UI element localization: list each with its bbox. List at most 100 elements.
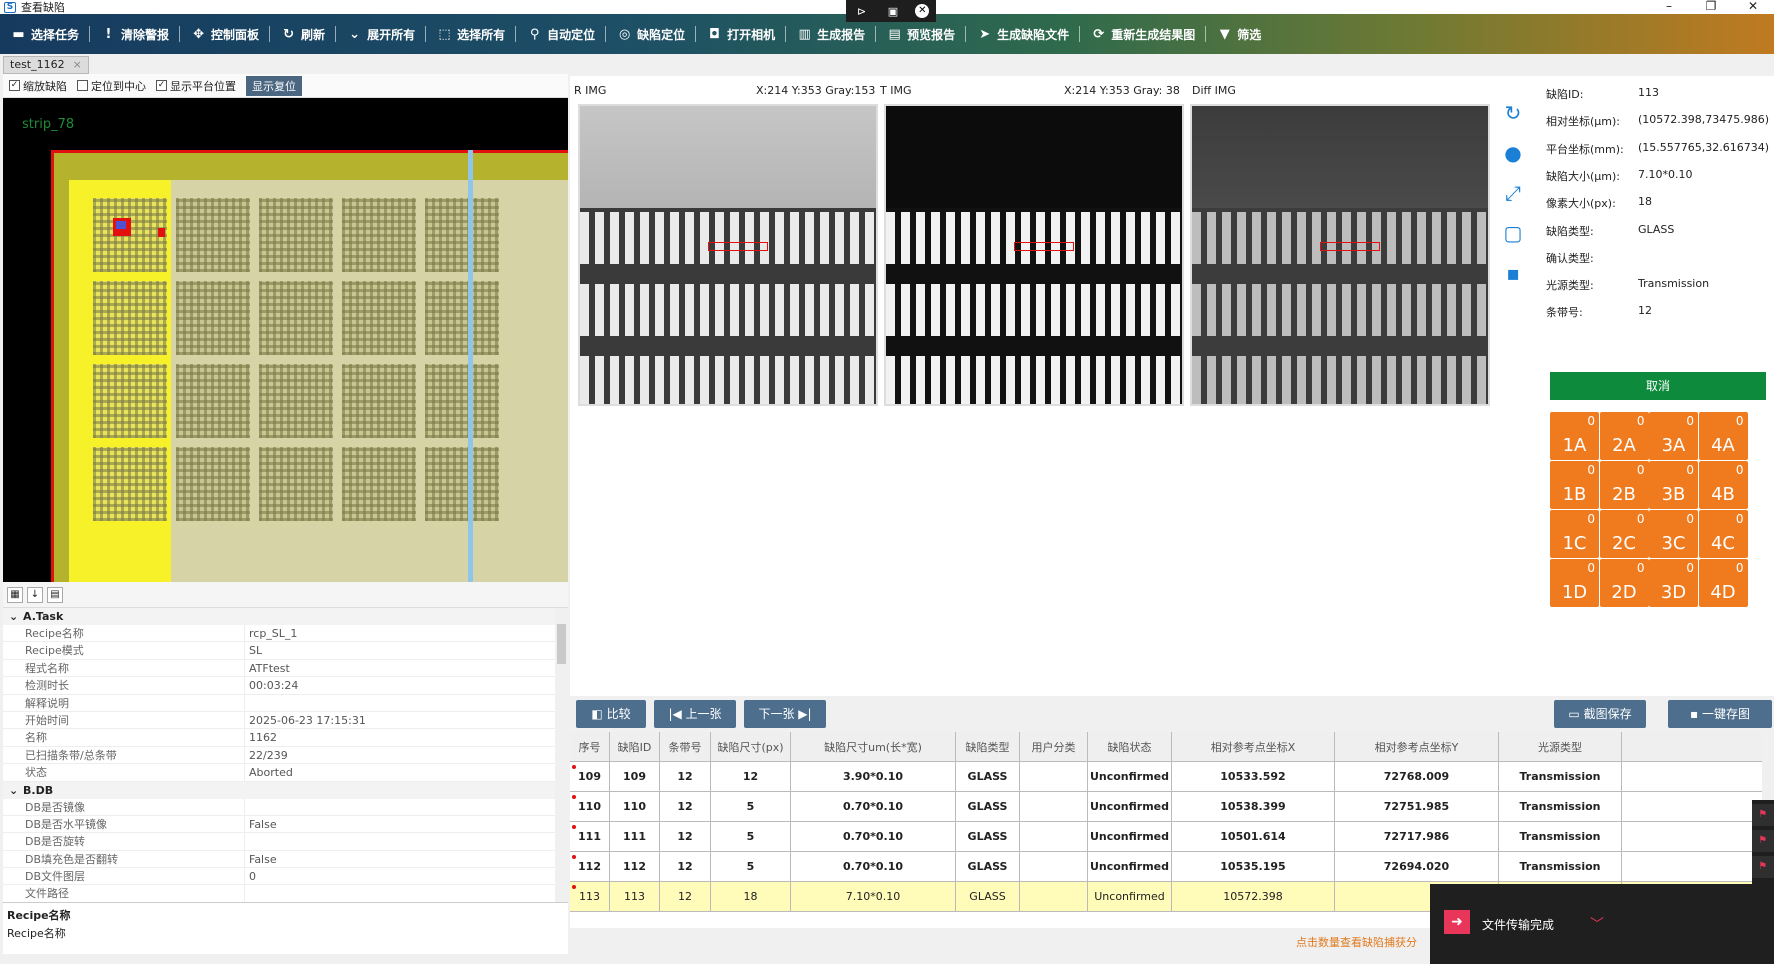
class-button[interactable]: 0 2D bbox=[1599, 559, 1649, 607]
die-cell[interactable] bbox=[176, 364, 250, 438]
palette-icon[interactable]: ● bbox=[1500, 140, 1526, 166]
die-cell[interactable] bbox=[176, 281, 250, 355]
class-button[interactable]: 0 3B bbox=[1649, 461, 1698, 509]
toolbar-button[interactable]: ⟳ 重新生成结果图 bbox=[1080, 20, 1205, 48]
defect-marker[interactable] bbox=[158, 228, 165, 237]
toolbar-button[interactable]: ▤ 预览报告 bbox=[876, 20, 965, 48]
class-button[interactable]: 0 3D bbox=[1649, 559, 1698, 607]
property-row[interactable]: 程式名称 ATFtest bbox=[3, 659, 568, 678]
flag-icon[interactable]: ⚑ bbox=[1752, 804, 1774, 826]
zoom-defect-checkbox[interactable]: ✓ 缩放缺陷 bbox=[9, 78, 67, 94]
die-cell[interactable] bbox=[93, 364, 167, 438]
class-button[interactable]: 0 3C bbox=[1649, 510, 1698, 558]
save-icon[interactable]: ▪ bbox=[1500, 260, 1526, 286]
class-button[interactable]: 0 4B bbox=[1698, 461, 1748, 509]
r-image[interactable] bbox=[578, 104, 878, 406]
crop-icon[interactable]: ▢ bbox=[1500, 220, 1526, 246]
die-cell[interactable] bbox=[342, 281, 416, 355]
die-cell[interactable] bbox=[93, 447, 167, 521]
property-row[interactable]: 开始时间 2025-06-23 17:15:31 bbox=[3, 711, 568, 730]
column-header[interactable]: 缺陷尺寸(px) bbox=[711, 732, 791, 761]
diff-image[interactable] bbox=[1190, 104, 1490, 406]
refresh-icon[interactable]: ↻ bbox=[1500, 100, 1526, 126]
property-pages-icon[interactable]: ▤ bbox=[47, 586, 63, 603]
toolbar-button[interactable]: ▼ 筛选 bbox=[1206, 20, 1271, 48]
categorized-icon[interactable]: ▦ bbox=[7, 586, 23, 603]
property-row[interactable]: DB是否水平镜像 False bbox=[3, 815, 568, 834]
table-row[interactable]: 112 112 12 5 0.70*0.10 GLASS Unconfirmed 10535.… bbox=[570, 852, 1762, 882]
table-row[interactable]: 111 111 12 5 0.70*0.10 GLASS Unconfirmed 10501.… bbox=[570, 822, 1762, 852]
die-cell[interactable] bbox=[425, 447, 499, 521]
table-row[interactable]: 110 110 12 5 0.70*0.10 GLASS Unconfirmed 10538.… bbox=[570, 792, 1762, 822]
tab-close-icon[interactable]: × bbox=[73, 57, 82, 73]
show-platform-checkbox[interactable]: ✓ 显示平台位置 bbox=[156, 78, 236, 94]
column-header[interactable]: 缺陷ID bbox=[610, 732, 660, 761]
collapse-icon[interactable]: ⌄ bbox=[9, 782, 23, 799]
property-row[interactable]: 文件路径 bbox=[3, 885, 568, 902]
die-cell[interactable] bbox=[425, 364, 499, 438]
toolbar-button[interactable]: ◘ 打开相机 bbox=[696, 20, 785, 48]
toolbar-button[interactable]: ▬ 选择任务 bbox=[0, 20, 89, 48]
die-cell[interactable] bbox=[342, 198, 416, 272]
property-row[interactable]: 解释说明 bbox=[3, 694, 568, 712]
wafer-map[interactable]: strip_78 bbox=[3, 98, 568, 582]
column-header[interactable]: 相对参考点坐标X bbox=[1172, 732, 1335, 761]
property-group-header[interactable]: ⌄ A.Task bbox=[3, 608, 568, 625]
column-header[interactable]: 条带号 bbox=[660, 732, 711, 761]
toolbar-button[interactable]: ➤ 生成缺陷文件 bbox=[966, 20, 1079, 48]
property-group-header[interactable]: ⌄ B.DB bbox=[3, 781, 568, 799]
property-row[interactable]: DB填充色是否翻转 False bbox=[3, 850, 568, 869]
reset-display-button[interactable]: 显示复位 bbox=[246, 75, 302, 96]
collapse-icon[interactable]: ⌄ bbox=[9, 608, 23, 625]
class-button[interactable]: 0 2A bbox=[1599, 412, 1649, 460]
die-cell[interactable] bbox=[176, 447, 250, 521]
die-cell[interactable] bbox=[176, 198, 250, 272]
toolbar-button[interactable]: ⬚ 选择所有 bbox=[426, 20, 515, 48]
property-scrollbar[interactable] bbox=[555, 608, 568, 902]
property-row[interactable]: 检测时长 00:03:24 bbox=[3, 677, 568, 695]
chevron-down-icon[interactable]: ﹀ bbox=[1590, 914, 1604, 934]
class-button[interactable]: 0 4C bbox=[1698, 510, 1748, 558]
class-button[interactable]: 0 2C bbox=[1599, 510, 1649, 558]
die-cell[interactable] bbox=[342, 447, 416, 521]
toolbar-button[interactable]: ⚲ 自动定位 bbox=[516, 20, 605, 48]
die-cell[interactable] bbox=[342, 364, 416, 438]
die-cell[interactable] bbox=[259, 364, 333, 438]
column-header[interactable]: 缺陷状态 bbox=[1088, 732, 1172, 761]
class-button[interactable]: 0 3A bbox=[1649, 412, 1698, 460]
column-header[interactable]: 用户分类 bbox=[1020, 732, 1088, 761]
column-header[interactable]: 序号 bbox=[570, 732, 610, 761]
toolbar-button[interactable]: ◎ 缺陷定位 bbox=[606, 20, 695, 48]
property-row[interactable]: DB是否旋转 bbox=[3, 833, 568, 851]
property-row[interactable]: DB文件图层 0 bbox=[3, 868, 568, 886]
screenshot-save-button[interactable]: ▭ 截图保存 bbox=[1554, 700, 1646, 728]
pin-icon[interactable]: ⊳ bbox=[853, 5, 871, 18]
table-row[interactable]: 109 109 12 12 3.90*0.10 GLASS Unconfirmed 10533… bbox=[570, 762, 1762, 792]
tab-test-1162[interactable]: test_1162 × bbox=[3, 56, 89, 74]
die-cell[interactable] bbox=[259, 281, 333, 355]
one-key-save-button[interactable]: ▪ 一键存图 bbox=[1668, 700, 1772, 728]
t-image[interactable] bbox=[884, 104, 1184, 406]
die-cell[interactable] bbox=[425, 281, 499, 355]
flag-icon[interactable]: ⚑ bbox=[1752, 856, 1774, 878]
toolbar-button[interactable]: ⌄ 展开所有 bbox=[336, 20, 425, 48]
fit-icon[interactable]: ⤢ bbox=[1500, 180, 1526, 206]
toolbar-button[interactable]: ▥ 生成报告 bbox=[786, 20, 875, 48]
maximize-button[interactable]: ❐ bbox=[1690, 0, 1732, 14]
screen-icon[interactable]: ▣ bbox=[884, 5, 902, 18]
flag-icon[interactable]: ⚑ bbox=[1752, 830, 1774, 852]
column-header[interactable]: 相对参考点坐标Y bbox=[1335, 732, 1499, 761]
minimize-button[interactable]: – bbox=[1648, 0, 1690, 14]
column-header[interactable]: 光源类型 bbox=[1499, 732, 1622, 761]
cancel-button[interactable]: 取消 bbox=[1550, 372, 1766, 400]
defect-marker[interactable] bbox=[113, 218, 131, 236]
property-row[interactable]: 名称 1162 bbox=[3, 729, 568, 747]
toolbar-button[interactable]: ↻ 刷新 bbox=[270, 20, 335, 48]
toolbar-button[interactable]: ✥ 控制面板 bbox=[180, 20, 269, 48]
close-icon[interactable]: ✕ bbox=[915, 4, 930, 18]
class-button[interactable]: 0 1C bbox=[1550, 510, 1599, 558]
die-cell[interactable] bbox=[425, 198, 499, 272]
property-row[interactable]: 已扫描条带/总条带 22/239 bbox=[3, 746, 568, 765]
capture-hint[interactable]: 点击数量查看缺陷捕获分 bbox=[1296, 934, 1417, 950]
class-button[interactable]: 0 1D bbox=[1550, 559, 1599, 607]
